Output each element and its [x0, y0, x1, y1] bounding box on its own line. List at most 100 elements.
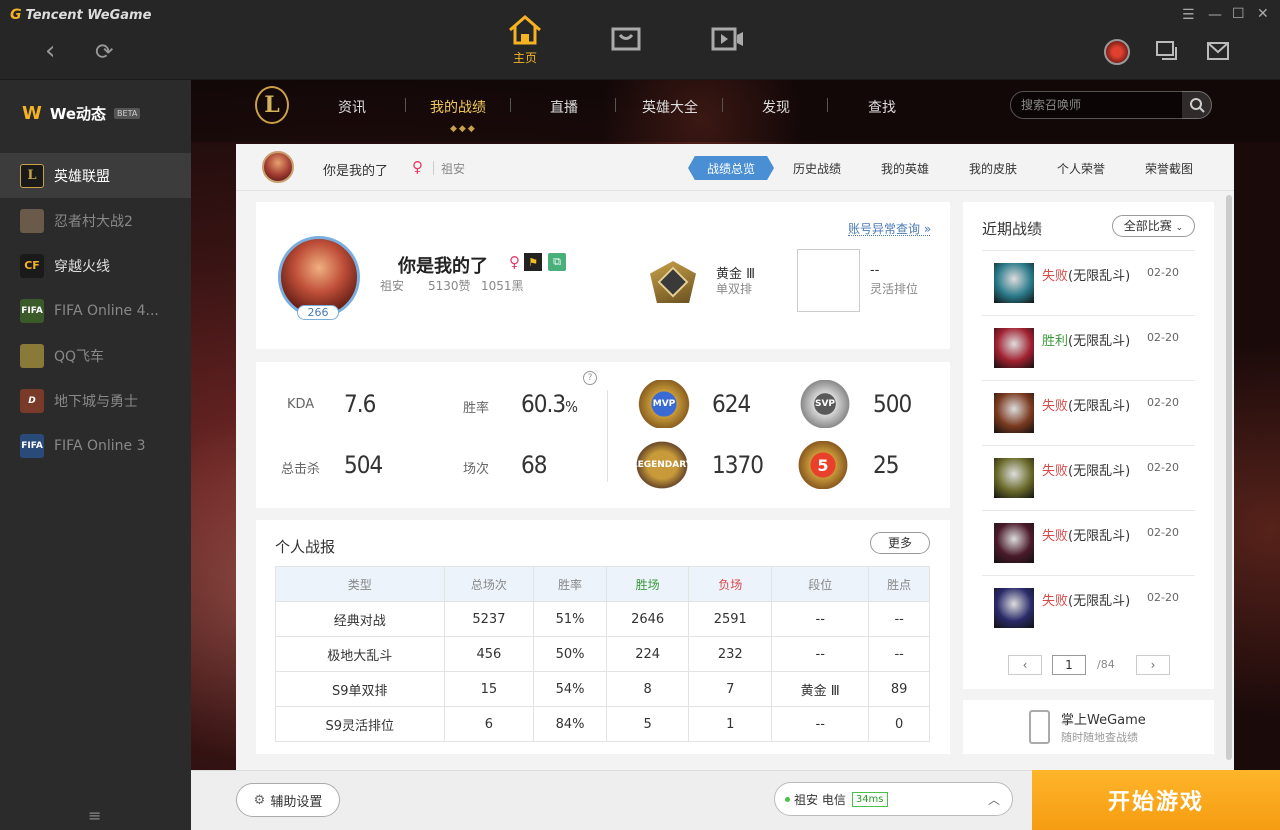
penta-count: 25 — [873, 451, 899, 479]
match-row[interactable]: 失败(无限乱斗) 02-20 — [982, 575, 1195, 640]
nav-home[interactable]: 主页 — [506, 14, 544, 66]
winrate-value: 60.3% — [521, 390, 578, 418]
user-avatar[interactable] — [1104, 39, 1130, 65]
match-row[interactable]: 胜利(无限乱斗) 02-20 — [982, 315, 1195, 380]
match-row[interactable]: 失败(无限乱斗) 02-20 — [982, 380, 1195, 445]
summoner-name: 你是我的了 — [398, 256, 488, 277]
back-icon[interactable]: ‹ — [45, 38, 55, 64]
close-icon[interactable]: ✕ — [1257, 7, 1269, 21]
solo-rank-queue: 单双排 — [716, 282, 753, 296]
store-icon[interactable] — [611, 26, 641, 56]
lolnav-live[interactable]: 直播 — [550, 97, 578, 117]
copy-icon[interactable]: ⧉ — [548, 253, 566, 271]
lolnav-search[interactable]: 查找 — [868, 97, 896, 117]
tab-my-skins[interactable]: 我的皮肤 — [969, 160, 1017, 177]
match-result: 胜利(无限乱斗) — [1042, 330, 1130, 349]
cell: -- — [868, 601, 930, 637]
we-logo-icon: W — [22, 103, 42, 124]
sidebar-item-crossfire[interactable]: CF 穿越火线 — [0, 243, 191, 288]
col-total: 总场次 — [443, 566, 535, 602]
cell: 经典对战 — [275, 601, 445, 637]
cell: 50% — [533, 636, 607, 672]
tab-history[interactable]: 历史战绩 — [793, 160, 841, 177]
sidebar-item-fifa3[interactable]: FIFA FIFA Online 3 — [0, 423, 191, 468]
cell: 黄金 Ⅲ — [771, 671, 870, 707]
refresh-icon[interactable]: ⟳ — [95, 40, 113, 66]
sidebar-item-label: 穿越火线 — [54, 258, 110, 275]
sidebar-item-dnf[interactable]: D 地下城与勇士 — [0, 378, 191, 423]
assist-settings-button[interactable]: ⚙ 辅助设置 — [236, 783, 340, 817]
tab-overview[interactable]: 战绩总览 — [688, 156, 774, 180]
tab-screenshots[interactable]: 荣誉截图 — [1145, 160, 1193, 177]
server-selector[interactable]: 祖安 电信 34ms ︿ — [774, 782, 1013, 816]
champion-avatar — [994, 588, 1034, 628]
lol-logo-icon: L — [255, 86, 289, 124]
prev-page-button[interactable]: ‹ — [1008, 655, 1042, 675]
lolnav-heroes[interactable]: 英雄大全 — [642, 97, 698, 117]
sidebar-item-lol[interactable]: L 英雄联盟 — [0, 153, 191, 198]
cell: -- — [771, 601, 870, 637]
mvp-count: 624 — [712, 390, 751, 418]
match-mode: (无限乱斗) — [1068, 529, 1131, 544]
tab-my-heroes[interactable]: 我的英雄 — [881, 160, 929, 177]
match-outcome: 胜利 — [1042, 334, 1069, 349]
phone-icon — [1029, 710, 1050, 744]
mail-icon[interactable] — [1206, 40, 1230, 66]
current-page[interactable]: 1 — [1052, 655, 1086, 675]
chat-icon[interactable] — [1155, 40, 1179, 68]
video-icon[interactable] — [711, 26, 745, 56]
cell: -- — [868, 636, 930, 672]
match-result: 失败(无限乱斗) — [1042, 460, 1130, 479]
cell: 456 — [443, 636, 535, 672]
match-row[interactable]: 失败(无限乱斗) 02-20 — [982, 250, 1195, 315]
qqspeed-icon — [20, 343, 44, 368]
minimize-icon[interactable]: — — [1208, 8, 1222, 22]
sidebar-item-fifa4[interactable]: FIFA FIFA Online 4... — [0, 288, 191, 333]
status-dot — [785, 796, 790, 802]
female-icon: ♀ — [412, 158, 423, 176]
match-row[interactable]: 失败(无限乱斗) 02-20 — [982, 445, 1195, 510]
table-row: 经典对战 5237 51% 2646 2591 -- -- — [275, 601, 930, 637]
cell: 232 — [688, 636, 773, 672]
report-title: 个人战报 — [275, 538, 336, 556]
lolnav-my-record[interactable]: 我的战绩 — [430, 97, 486, 117]
scrollbar[interactable] — [1226, 195, 1232, 760]
server-name: 祖安 电信 — [794, 792, 846, 807]
report-table: 类型 总场次 胜率 胜场 负场 段位 胜点 经典对战 5237 51% 2646 259… — [275, 566, 930, 742]
divider — [433, 161, 434, 175]
match-filter-dropdown[interactable]: 全部比赛 ⌄ — [1112, 215, 1195, 237]
match-date: 02-20 — [1147, 591, 1179, 604]
match-row[interactable]: 失败(无限乱斗) 02-20 — [982, 510, 1195, 575]
cell: 2646 — [605, 601, 690, 637]
blacks-count: 1051黑 — [481, 279, 524, 293]
search-icon[interactable] — [1182, 91, 1212, 119]
lolnav-divider — [510, 98, 511, 112]
cell: -- — [771, 706, 870, 742]
mobile-title: 掌上WeGame — [1061, 713, 1146, 728]
sidebar-item-qqspeed[interactable]: QQ飞车 — [0, 333, 191, 378]
table-row: S9灵活排位 6 84% 5 1 -- 0 — [275, 706, 930, 742]
match-outcome: 失败 — [1042, 529, 1069, 544]
tab-honors[interactable]: 个人荣誉 — [1057, 160, 1105, 177]
active-tab-indicator: ◆◆◆ — [450, 124, 477, 134]
summoner-avatar-small — [262, 151, 294, 183]
match-result: 失败(无限乱斗) — [1042, 395, 1130, 414]
flex-rank-label: 灵活排位 — [870, 282, 919, 296]
lolnav-news[interactable]: 资讯 — [338, 97, 366, 117]
kda-value: 7.6 — [344, 390, 376, 418]
more-button[interactable]: 更多 — [870, 532, 930, 554]
mobile-subtitle: 随时随地查战绩 — [1061, 731, 1138, 744]
vip-badge-icon: ⚑ — [524, 253, 542, 271]
maximize-icon[interactable]: ☐ — [1232, 7, 1245, 21]
svp-badge-icon: SVP — [799, 380, 851, 428]
lolnav-divider — [615, 98, 616, 112]
sidebar-item-ninja[interactable]: 忍者村大战2 — [0, 198, 191, 243]
we-dynamic[interactable]: W We动态 BETA — [22, 103, 141, 124]
start-game-button[interactable]: 开始游戏 — [1032, 770, 1280, 830]
next-page-button[interactable]: › — [1136, 655, 1170, 675]
help-icon[interactable]: ? — [583, 371, 597, 385]
lolnav-discover[interactable]: 发现 — [762, 97, 790, 117]
col-losses: 负场 — [688, 566, 773, 602]
menu-icon[interactable]: ☰ — [1182, 8, 1195, 22]
sidebar-menu-icon[interactable]: ≡ — [88, 806, 101, 825]
